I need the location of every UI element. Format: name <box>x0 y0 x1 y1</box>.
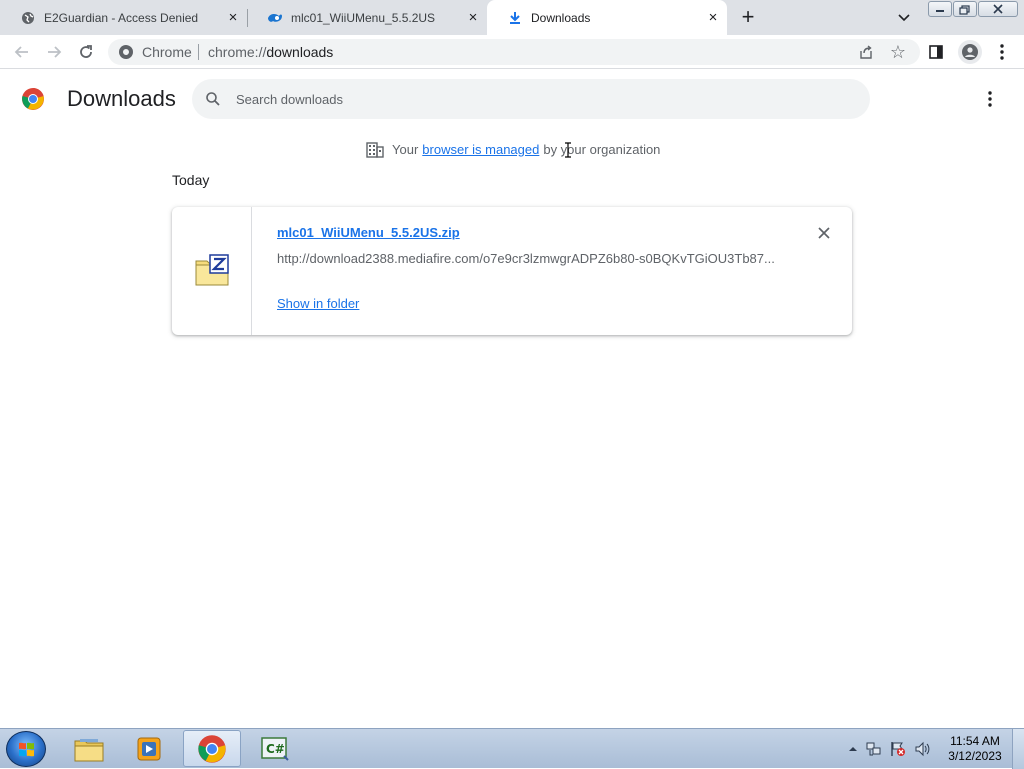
browser-window: E2Guardian - Access Denied × mlc01_WiiUM… <box>0 0 1024 728</box>
zip-file-icon <box>195 254 229 286</box>
search-downloads-box[interactable] <box>192 79 870 119</box>
tab-label: Downloads <box>531 10 591 25</box>
bookmark-star-icon[interactable]: ☆ <box>888 42 908 62</box>
reload-button[interactable] <box>74 40 98 64</box>
taskbar-csharp-icon[interactable]: C# <box>246 730 304 767</box>
start-button[interactable] <box>6 731 46 767</box>
mediafire-icon <box>267 10 283 26</box>
windows-flag-icon <box>19 742 34 757</box>
taskbar-chrome-icon[interactable] <box>183 730 241 767</box>
address-bar[interactable]: Chrome chrome://downloads ☆ <box>108 39 920 65</box>
remove-download-close-icon[interactable] <box>815 224 833 242</box>
managed-prefix: Your <box>392 141 419 157</box>
tab-close-icon[interactable]: × <box>225 9 241 26</box>
new-tab-button[interactable]: + <box>736 6 760 30</box>
search-icon <box>205 91 221 107</box>
show-hidden-icons-arrow-icon[interactable] <box>845 741 861 757</box>
tab-search-chevron-icon[interactable] <box>896 9 912 25</box>
show-in-folder-link[interactable]: Show in folder <box>277 296 359 311</box>
taskbar-media-player-icon[interactable] <box>120 730 178 767</box>
omnibox-chip: Chrome <box>142 44 192 60</box>
volume-icon[interactable] <box>914 741 930 757</box>
managed-suffix: by your organization <box>543 141 661 157</box>
page-title: Downloads <box>67 86 176 111</box>
url-text[interactable]: chrome://downloads <box>208 44 333 60</box>
profile-avatar-icon[interactable] <box>958 40 982 64</box>
text-cursor-icon <box>564 142 572 158</box>
forward-button[interactable] <box>42 40 66 64</box>
tab-mediafire[interactable]: mlc01_WiiUMenu_5.5.2US × <box>247 0 487 35</box>
tab-e2guardian[interactable]: E2Guardian - Access Denied × <box>0 0 247 35</box>
url-path: downloads <box>266 44 334 60</box>
chrome-logo-icon <box>21 87 45 111</box>
building-icon <box>366 140 384 158</box>
download-file-name[interactable]: mlc01_WiiUMenu_5.5.2US.zip <box>277 225 460 240</box>
chrome-page-icon <box>118 44 134 60</box>
back-button[interactable] <box>10 40 34 64</box>
tab-label: mlc01_WiiUMenu_5.5.2US <box>291 10 436 25</box>
download-item: mlc01_WiiUMenu_5.5.2US.zip http://downlo… <box>172 207 852 335</box>
network-icon[interactable] <box>866 741 882 757</box>
globe-icon <box>20 10 36 26</box>
download-icon <box>507 10 523 26</box>
tab-close-icon[interactable]: × <box>465 9 481 26</box>
clock-time: 11:54 AM <box>950 734 1000 748</box>
taskbar-explorer-icon[interactable] <box>60 730 118 767</box>
file-icon-column <box>172 207 252 335</box>
system-clock[interactable]: 11:54 AM 3/12/2023 <box>940 734 1010 764</box>
browser-managed-link[interactable]: browser is managed <box>422 142 539 157</box>
tab-label: E2Guardian - Access Denied <box>44 10 199 25</box>
clock-date: 3/12/2023 <box>948 749 1002 763</box>
share-icon[interactable] <box>858 44 874 60</box>
show-desktop-button[interactable] <box>1012 729 1024 769</box>
search-input[interactable] <box>236 89 836 109</box>
svg-text:C#: C# <box>266 742 285 756</box>
downloads-menu-icon[interactable] <box>982 90 998 108</box>
omnibox-divider <box>198 44 199 60</box>
date-section-header: Today <box>172 172 210 188</box>
tab-strip: E2Guardian - Access Denied × mlc01_WiiUM… <box>0 0 1024 35</box>
browser-toolbar: Chrome chrome://downloads ☆ <box>0 35 1024 69</box>
browser-menu-icon[interactable] <box>994 42 1010 62</box>
window-minimize-button[interactable] <box>928 1 952 17</box>
windows-taskbar: C# 11:54 AM 3/12/2023 <box>0 728 1024 769</box>
url-scheme: chrome:// <box>208 44 267 60</box>
side-panel-icon[interactable] <box>928 44 944 60</box>
download-source-url[interactable]: http://download2388.mediafire.com/o7e9cr… <box>277 251 777 266</box>
window-close-button[interactable] <box>978 1 1018 17</box>
tab-downloads[interactable]: Downloads × <box>487 0 727 35</box>
window-restore-button[interactable] <box>953 1 977 17</box>
action-center-flag-icon[interactable] <box>890 741 906 757</box>
managed-browser-notice: Your browser is managed by your organiza… <box>366 140 660 158</box>
tab-close-icon[interactable]: × <box>705 9 721 26</box>
